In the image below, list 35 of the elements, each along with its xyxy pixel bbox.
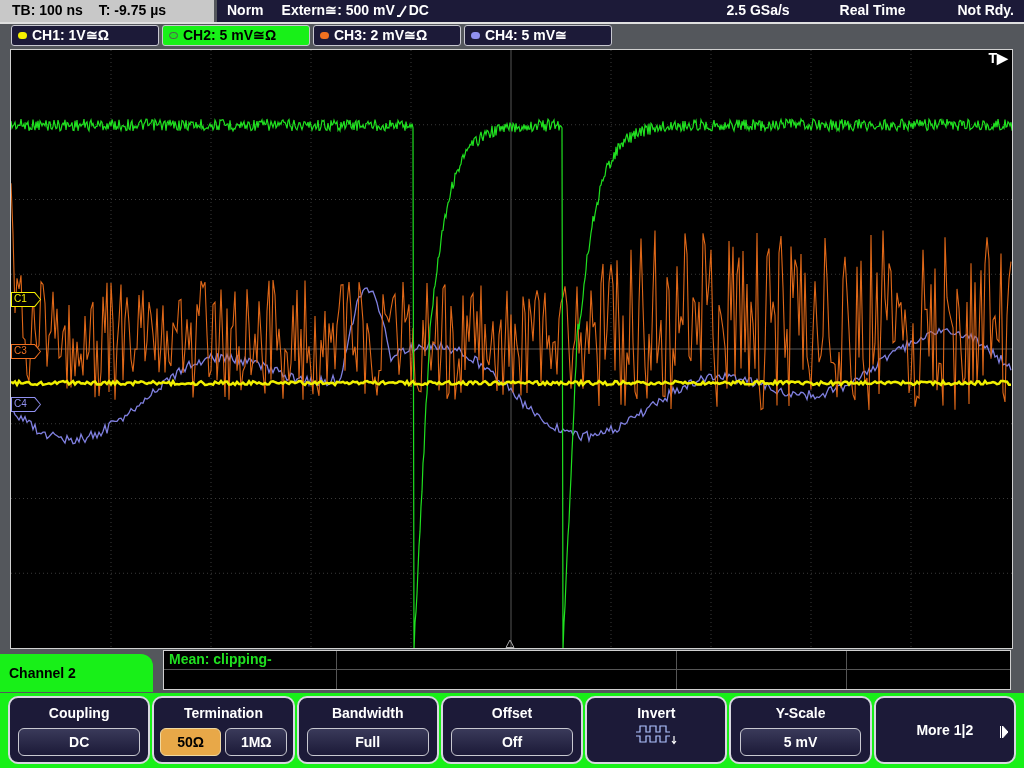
softkey-label: Coupling	[48, 704, 110, 722]
measurement-text: Mean: clipping-	[169, 650, 272, 670]
channel-tab[interactable]: CH2: 5 mV≅Ω	[162, 24, 310, 46]
value-button[interactable]: 5 mV	[739, 728, 862, 756]
acquisition-mode-text: Real Time	[839, 1, 906, 21]
channel-tab[interactable]: CH4: 5 mV≅	[464, 24, 612, 46]
softkey-label: Termination	[183, 704, 263, 722]
value-button[interactable]: Off	[451, 728, 573, 756]
trigger-mode-text: Norm	[227, 1, 264, 21]
menu-title: Channel 2	[9, 663, 76, 683]
timebase-text: TB: 100 ns	[12, 1, 83, 21]
trigger-time-text: T: -9.75 µs	[98, 1, 167, 21]
softkey-label: Y-Scale	[775, 704, 826, 722]
more-softkey[interactable]: More 1|2	[873, 696, 1016, 764]
invert-softkey[interactable]: Invert	[585, 696, 728, 764]
channel-marker[interactable]: C3	[11, 344, 41, 359]
channel-tab[interactable]: CH3: 2 mV≅Ω	[313, 24, 461, 46]
trigger-coupling-text: DC	[408, 1, 429, 21]
value-button[interactable]: Full	[306, 728, 429, 756]
next-arrow-icon	[999, 726, 1008, 738]
trigger-position-marker[interactable]: T▶	[988, 51, 1008, 65]
trigger-source-text: Extern≅: 500 mV	[281, 1, 395, 21]
channel-tab[interactable]: CH1: 1V≅Ω	[11, 24, 159, 46]
channel-marker[interactable]: C4	[11, 397, 41, 412]
value-button[interactable]: DC	[18, 728, 140, 756]
inverted-square-wave-icon	[634, 724, 679, 746]
trigger-point-icon	[505, 639, 515, 648]
softkey-label: Offset	[491, 704, 533, 722]
sample-rate-text: 2.5 GSa/s	[726, 1, 790, 21]
acquisition-state-text: Not Rdy.	[957, 1, 1014, 21]
rising-edge-icon	[395, 4, 408, 18]
softkey-label: Bandwidth	[331, 704, 404, 722]
option-button[interactable]: 50Ω	[159, 728, 222, 756]
channel-marker[interactable]: C1	[11, 292, 41, 307]
option-button[interactable]: 1MΩ	[225, 728, 288, 756]
